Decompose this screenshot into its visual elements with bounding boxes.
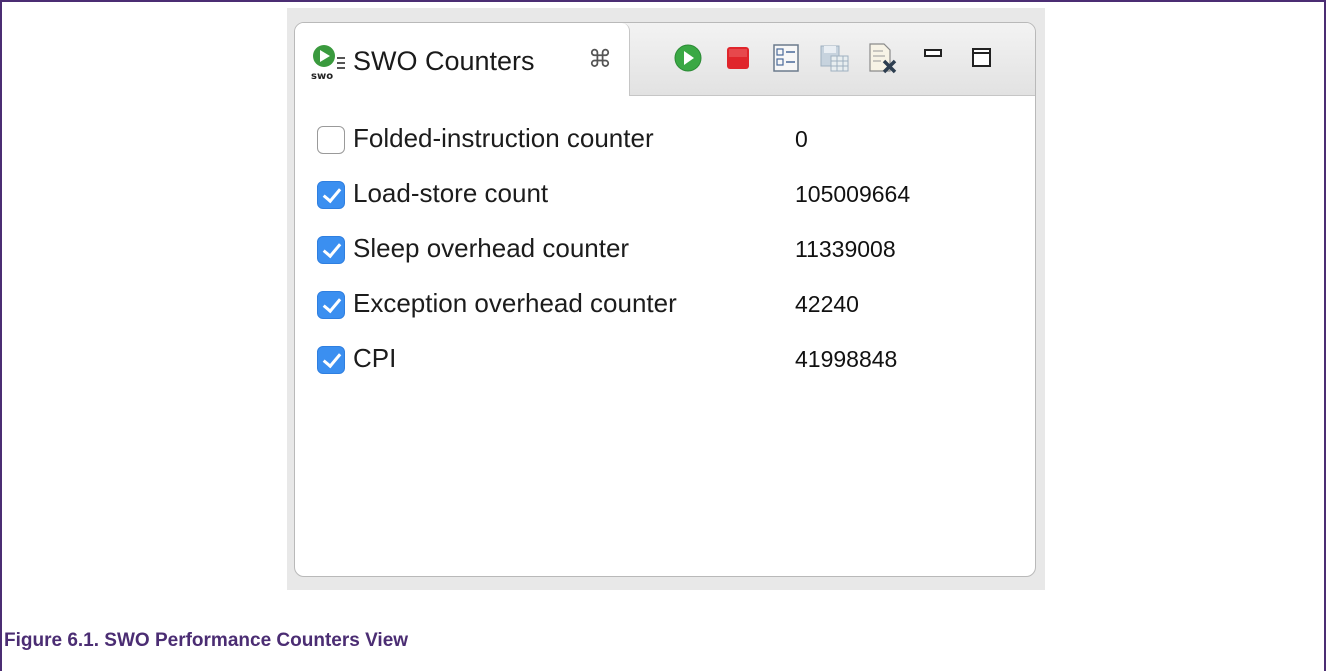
counter-value: 0 (795, 126, 808, 152)
counter-row: Load-store count 105009664 (317, 174, 1035, 229)
counter-checkbox[interactable] (317, 346, 345, 374)
tab-title: SWO Counters (353, 46, 535, 76)
counter-value: 41998848 (795, 346, 898, 372)
svg-text:swo: swo (311, 71, 333, 81)
counter-checkbox[interactable] (317, 181, 345, 209)
counter-label: Sleep overhead counter (353, 233, 630, 263)
counter-row: Folded-instruction counter 0 (317, 119, 1035, 174)
screenshot-area: swo SWO Counters ⌘ Folded-instruction co… (287, 8, 1045, 590)
counter-checkbox[interactable] (317, 126, 345, 154)
view-tabbar: swo SWO Counters ⌘ (295, 23, 1035, 96)
clear-icon[interactable] (865, 41, 899, 75)
counter-label: CPI (353, 343, 397, 373)
minimize-icon[interactable] (917, 41, 951, 75)
start-icon[interactable] (671, 41, 705, 75)
counter-label: Exception overhead counter (353, 288, 677, 318)
counter-label: Folded-instruction counter (353, 123, 654, 153)
save-icon[interactable] (817, 41, 851, 75)
figure-caption: Figure 6.1. SWO Performance Counters Vie… (4, 630, 409, 651)
select-counters-icon[interactable] (769, 41, 803, 75)
counter-value: 11339008 (795, 236, 896, 262)
stop-icon[interactable] (721, 41, 755, 75)
counter-checkbox[interactable] (317, 236, 345, 264)
counter-value: 42240 (795, 291, 859, 317)
tab-swo-counters[interactable]: swo SWO Counters ⌘ (295, 23, 630, 96)
counter-value: 105009664 (795, 181, 911, 207)
swo-icon: swo (311, 45, 345, 81)
maximize-icon[interactable] (965, 41, 999, 75)
counter-row: Exception overhead counter 42240 (317, 284, 1035, 339)
swo-counters-view: swo SWO Counters ⌘ Folded-instruction co… (294, 22, 1036, 577)
close-icon[interactable]: ⌘ (588, 46, 612, 74)
counter-list: Folded-instruction counter 0 Load-store … (317, 119, 1035, 394)
counter-row: CPI 41998848 (317, 339, 1035, 394)
counter-label: Load-store count (353, 178, 549, 208)
counter-checkbox[interactable] (317, 291, 345, 319)
counter-row: Sleep overhead counter 11339008 (317, 229, 1035, 284)
